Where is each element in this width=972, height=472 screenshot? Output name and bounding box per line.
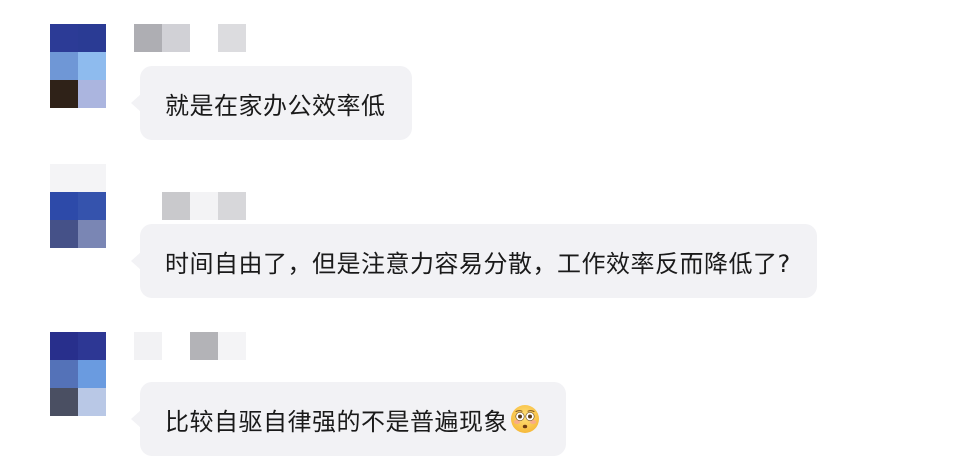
avatar[interactable] <box>50 24 106 108</box>
name-pixel <box>134 24 162 52</box>
avatar-pixel <box>78 220 106 248</box>
name-pixel <box>190 192 218 220</box>
avatar-pixel <box>50 80 78 108</box>
avatar-pixel <box>50 220 78 248</box>
avatar-pixel <box>78 52 106 80</box>
avatar-pixel <box>50 332 78 360</box>
name-pixel <box>134 332 162 360</box>
name-pixel <box>190 24 218 52</box>
avatar-pixel <box>78 360 106 388</box>
name-pixel <box>162 332 190 360</box>
name-pixel <box>218 24 246 52</box>
avatar-pixel <box>50 388 78 416</box>
name-pixel <box>190 332 218 360</box>
avatar-pixel <box>50 24 78 52</box>
avatar-pixel <box>78 388 106 416</box>
message-text: 就是在家办公效率低 <box>165 91 386 120</box>
name-pixel <box>134 192 162 220</box>
sender-name-redacted <box>134 24 246 52</box>
avatar-pixel <box>78 24 106 52</box>
message-bubble[interactable]: 就是在家办公效率低 <box>131 66 412 140</box>
avatar-pixel <box>50 360 78 388</box>
avatar-pixel <box>50 164 78 192</box>
name-pixel <box>162 24 190 52</box>
avatar-pixel <box>78 80 106 108</box>
sender-name-redacted <box>134 332 246 360</box>
avatar[interactable] <box>50 164 106 248</box>
avatar[interactable] <box>50 332 106 416</box>
avatar-pixel <box>50 52 78 80</box>
sender-name-redacted <box>134 192 246 220</box>
flushed-face-emoji-icon <box>510 404 540 434</box>
avatar-pixel <box>50 192 78 220</box>
name-pixel <box>218 192 246 220</box>
avatar-pixel <box>78 192 106 220</box>
message-bubble[interactable]: 比较自驱自律强的不是普遍现象 <box>131 382 566 456</box>
avatar-pixel <box>78 332 106 360</box>
name-pixel <box>162 192 190 220</box>
message-text: 时间自由了，但是注意力容易分散，工作效率反而降低了? <box>165 249 791 278</box>
avatar-pixel <box>78 164 106 192</box>
message-bubble[interactable]: 时间自由了，但是注意力容易分散，工作效率反而降低了? <box>131 224 817 298</box>
name-pixel <box>218 332 246 360</box>
message-text: 比较自驱自律强的不是普遍现象 <box>165 407 508 436</box>
